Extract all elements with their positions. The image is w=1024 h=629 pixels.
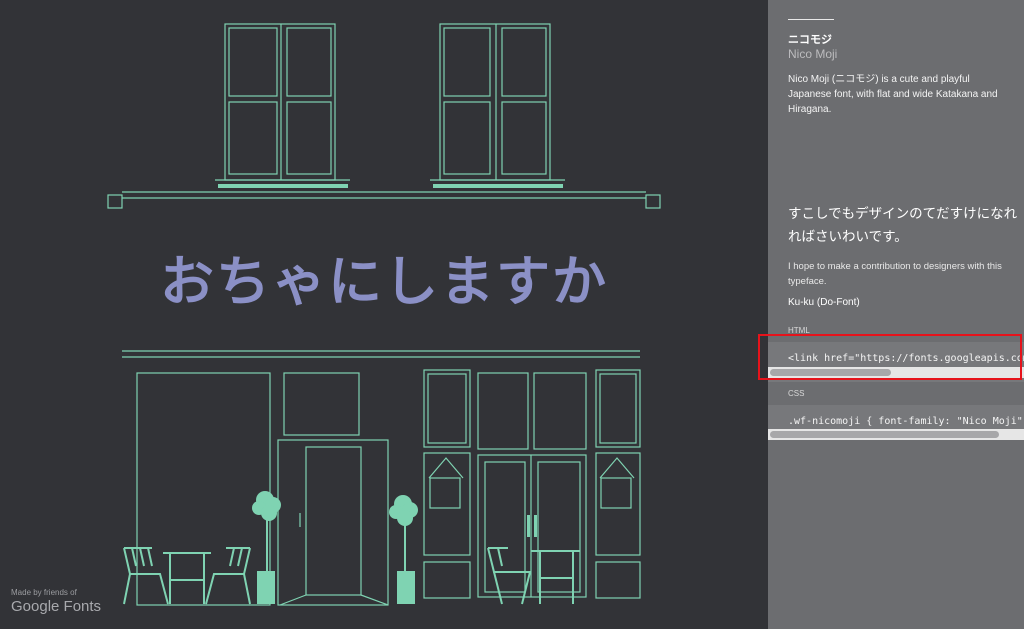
css-code[interactable]: .wf-nicomoji { font-family: "Nico Moji";…	[788, 416, 1024, 427]
upper-window-right	[430, 23, 565, 181]
html-code-scrollbar[interactable]	[768, 367, 1024, 378]
upper-window-left	[215, 23, 350, 181]
font-sample-text: すこしでもデザインのてだすけになれればさいわいです。	[788, 206, 1018, 245]
font-info-panel: ニコモジ Nico Moji Nico Moji (ニコモジ) is a cut…	[768, 0, 1024, 629]
hero-japanese-title: おちゃにしますか	[160, 250, 608, 313]
made-by-label: Made by friends of	[11, 588, 77, 597]
designer-credit: Ku-ku (Do-Font)	[788, 297, 860, 308]
font-description: Nico Moji (ニコモジ) is a cute and playful J…	[788, 74, 998, 115]
html-label: HTML	[788, 326, 810, 335]
storefront-line-art	[107, 23, 661, 606]
google-fonts-logo[interactable]: Google Fonts	[11, 598, 101, 616]
css-code-scrollbar-thumb[interactable]	[770, 431, 999, 438]
html-embed-code[interactable]: <link href="https://fonts.googleapis.com…	[788, 353, 1024, 364]
css-code-scrollbar[interactable]	[768, 429, 1024, 440]
font-name-english: Nico Moji	[788, 47, 838, 61]
plant-right	[389, 495, 418, 604]
css-label: CSS	[788, 389, 805, 398]
font-name-japanese: ニコモジ	[788, 33, 832, 46]
html-code-scrollbar-thumb[interactable]	[770, 369, 891, 376]
storefront-illustration: おちゃにしますか Made by friends of Google Fonts	[0, 0, 768, 629]
title-rule	[788, 19, 834, 20]
plant-left	[252, 491, 281, 604]
google-fonts-credit[interactable]: Made by friends of Google Fonts	[11, 588, 101, 616]
page: おちゃにしますか Made by friends of Google Fonts…	[0, 0, 1024, 629]
designer-quote: I hope to make a contribution to designe…	[788, 261, 1002, 287]
